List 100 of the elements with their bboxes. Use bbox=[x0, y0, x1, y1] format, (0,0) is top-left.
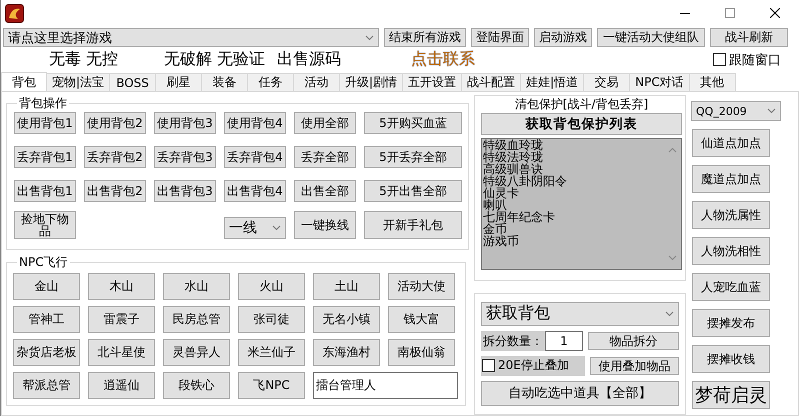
protect-listbox[interactable]: 特级血玲珑 特级法玲珑 高级驯兽诀 特级八卦阴阳令 仙灵卡 喇叭 七周年纪念卡 金币 游戏币 bbox=[481, 138, 682, 270]
toolbar-button[interactable]: 一键活动大使组队 bbox=[597, 28, 705, 47]
bag-action-button[interactable]: 5开出售全部 bbox=[364, 180, 462, 202]
bag-action-button[interactable]: 丢弃全部 bbox=[294, 146, 356, 168]
slogan-text: 无破解 无验证 bbox=[164, 49, 266, 70]
tab[interactable]: NPC对话 bbox=[629, 73, 690, 91]
tab[interactable]: 五开设置 bbox=[402, 73, 462, 91]
bag-action-button[interactable]: 出售背包2 bbox=[84, 180, 146, 202]
bag-action-button[interactable]: 使用背包2 bbox=[84, 112, 146, 134]
bag-action-button[interactable]: 5开购买血蓝 bbox=[364, 112, 462, 134]
npc-button[interactable]: 管神工 bbox=[13, 306, 80, 333]
scroll-down-icon bbox=[668, 255, 676, 261]
npc-button[interactable]: 帮派总管 bbox=[13, 372, 80, 399]
follow-window-checkbox[interactable]: 跟随窗口 bbox=[713, 50, 781, 68]
chevron-down-icon bbox=[365, 34, 374, 40]
account-select[interactable]: QQ_2009 bbox=[691, 101, 781, 121]
bag-action-button[interactable]: 使用背包3 bbox=[154, 112, 216, 134]
list-item[interactable]: 游戏币 bbox=[483, 235, 519, 247]
chevron-down-icon bbox=[767, 108, 776, 114]
pickup-button[interactable]: 捡地下物品 bbox=[14, 211, 76, 239]
tab[interactable]: 战斗配置 bbox=[461, 73, 522, 91]
line-select[interactable]: 一线 bbox=[224, 217, 286, 239]
tab[interactable]: 装备 bbox=[201, 73, 248, 91]
use-stack-button[interactable]: 使用叠加物品 bbox=[590, 356, 679, 375]
npc-button[interactable]: 金山 bbox=[13, 273, 80, 300]
side-button[interactable]: 仙道点加点 bbox=[692, 129, 770, 157]
toolbar-button[interactable]: 登陆界面 bbox=[471, 28, 529, 47]
list-item[interactable]: 特级法玲珑 bbox=[483, 151, 543, 163]
tab[interactable]: 娃娃|悟道 bbox=[520, 73, 584, 91]
bag-action-button[interactable]: 出售全部 bbox=[294, 180, 356, 202]
side-button[interactable]: 摆摊发布 bbox=[692, 309, 770, 337]
bag-action-button[interactable]: 出售背包3 bbox=[154, 180, 216, 202]
bag-action-button[interactable]: 使用背包4 bbox=[224, 112, 286, 134]
list-item[interactable]: 特级血玲珑 bbox=[483, 139, 543, 151]
tab[interactable]: BOSS bbox=[109, 73, 156, 91]
side-button[interactable]: 摆摊收钱 bbox=[692, 345, 770, 373]
list-item[interactable]: 七周年纪念卡 bbox=[483, 211, 555, 223]
tab[interactable]: 宠物|法宝 bbox=[46, 73, 110, 91]
side-button[interactable]: 魔道点加点 bbox=[692, 165, 770, 193]
bag-action-button[interactable]: 出售背包4 bbox=[224, 180, 286, 202]
side-button[interactable]: 人宠吃血蓝 bbox=[692, 273, 770, 301]
toolbar-button[interactable]: 战斗刷新 bbox=[710, 28, 788, 47]
npc-button[interactable]: 民房总管 bbox=[163, 306, 230, 333]
npc-button[interactable]: 钱大富 bbox=[388, 306, 455, 333]
bag-action-button[interactable]: 开新手礼包 bbox=[364, 211, 462, 239]
game-select[interactable]: 请点这里选择游戏 bbox=[3, 28, 379, 47]
tab[interactable]: 背包 bbox=[1, 72, 47, 91]
npc-button[interactable]: 活动大使 bbox=[388, 273, 455, 300]
list-item[interactable]: 高级驯兽诀 bbox=[483, 163, 543, 175]
npc-button[interactable]: 雷震子 bbox=[88, 306, 155, 333]
npc-button[interactable]: 土山 bbox=[313, 273, 380, 300]
tab[interactable]: 其他 bbox=[688, 73, 736, 91]
list-item[interactable]: 仙灵卡 bbox=[483, 187, 519, 199]
npc-button[interactable]: 水山 bbox=[163, 273, 230, 300]
fetch-list-button[interactable]: 获取背包保护列表 bbox=[481, 113, 682, 135]
npc-button[interactable]: 东海渔村 bbox=[313, 339, 380, 366]
npc-button[interactable]: 北斗星使 bbox=[88, 339, 155, 366]
npc-button[interactable]: 灵兽异人 bbox=[163, 339, 230, 366]
npc-button[interactable]: 南极仙翁 bbox=[388, 339, 455, 366]
list-item[interactable]: 特级八卦阴阳令 bbox=[483, 175, 567, 187]
bag-action-button[interactable]: 使用背包1 bbox=[14, 112, 76, 134]
toolbar-button[interactable]: 结束所有游戏 bbox=[384, 28, 466, 47]
tab[interactable]: 交易 bbox=[583, 73, 630, 91]
npc-button[interactable]: 木山 bbox=[88, 273, 155, 300]
npc-button[interactable]: 逍遥仙 bbox=[88, 372, 155, 399]
tab[interactable]: 活动 bbox=[293, 73, 340, 91]
bag-select[interactable]: 获取背包 bbox=[481, 302, 679, 326]
bag-action-button[interactable]: 丢弃背包4 bbox=[224, 146, 286, 168]
npc-button[interactable]: 张司徒 bbox=[238, 306, 305, 333]
split-count-field[interactable]: 1 bbox=[545, 330, 583, 351]
side-button[interactable]: 梦荷启灵 bbox=[692, 381, 770, 409]
tab[interactable]: 任务 bbox=[247, 73, 294, 91]
npc-button[interactable]: 无名小镇 bbox=[313, 306, 380, 333]
toolbar-button[interactable]: 启动游戏 bbox=[534, 28, 592, 47]
close-icon[interactable] bbox=[770, 8, 780, 18]
npc-button[interactable]: 段铁心 bbox=[163, 372, 230, 399]
bag-action-button[interactable]: 丢弃背包3 bbox=[154, 146, 216, 168]
auto-eat-button[interactable]: 自动吃选中道具【全部】 bbox=[481, 380, 679, 406]
side-button[interactable]: 人物洗属性 bbox=[692, 201, 770, 229]
list-item[interactable]: 金币 bbox=[483, 223, 507, 235]
side-button[interactable]: 人物洗相性 bbox=[692, 237, 770, 265]
bag-action-button[interactable]: 一键换线 bbox=[294, 211, 356, 239]
scroll-up-icon bbox=[668, 147, 676, 153]
npc-button[interactable]: 火山 bbox=[238, 273, 305, 300]
list-item[interactable]: 喇叭 bbox=[483, 199, 507, 211]
npc-name-field[interactable]: 擂台管理人 bbox=[313, 372, 458, 399]
maximize-icon[interactable] bbox=[724, 8, 734, 18]
bag-action-button[interactable]: 使用全部 bbox=[294, 112, 356, 134]
tab[interactable]: 升级|剧情 bbox=[339, 73, 404, 91]
tab[interactable]: 刷星 bbox=[155, 73, 202, 91]
npc-button[interactable]: 飞NPC bbox=[238, 372, 305, 399]
group-title: NPC飞行 bbox=[17, 254, 70, 271]
npc-button[interactable]: 杂货店老板 bbox=[13, 339, 80, 366]
bag-action-button[interactable]: 丢弃背包1 bbox=[14, 146, 76, 168]
bag-action-button[interactable]: 出售背包1 bbox=[14, 180, 76, 202]
bag-action-button[interactable]: 5开丢弃全部 bbox=[364, 146, 462, 168]
contact-link[interactable]: 点击联系 bbox=[411, 49, 476, 70]
split-button[interactable]: 物品拆分 bbox=[588, 332, 679, 350]
bag-action-button[interactable]: 丢弃背包2 bbox=[84, 146, 146, 168]
npc-button[interactable]: 米兰仙子 bbox=[238, 339, 305, 366]
